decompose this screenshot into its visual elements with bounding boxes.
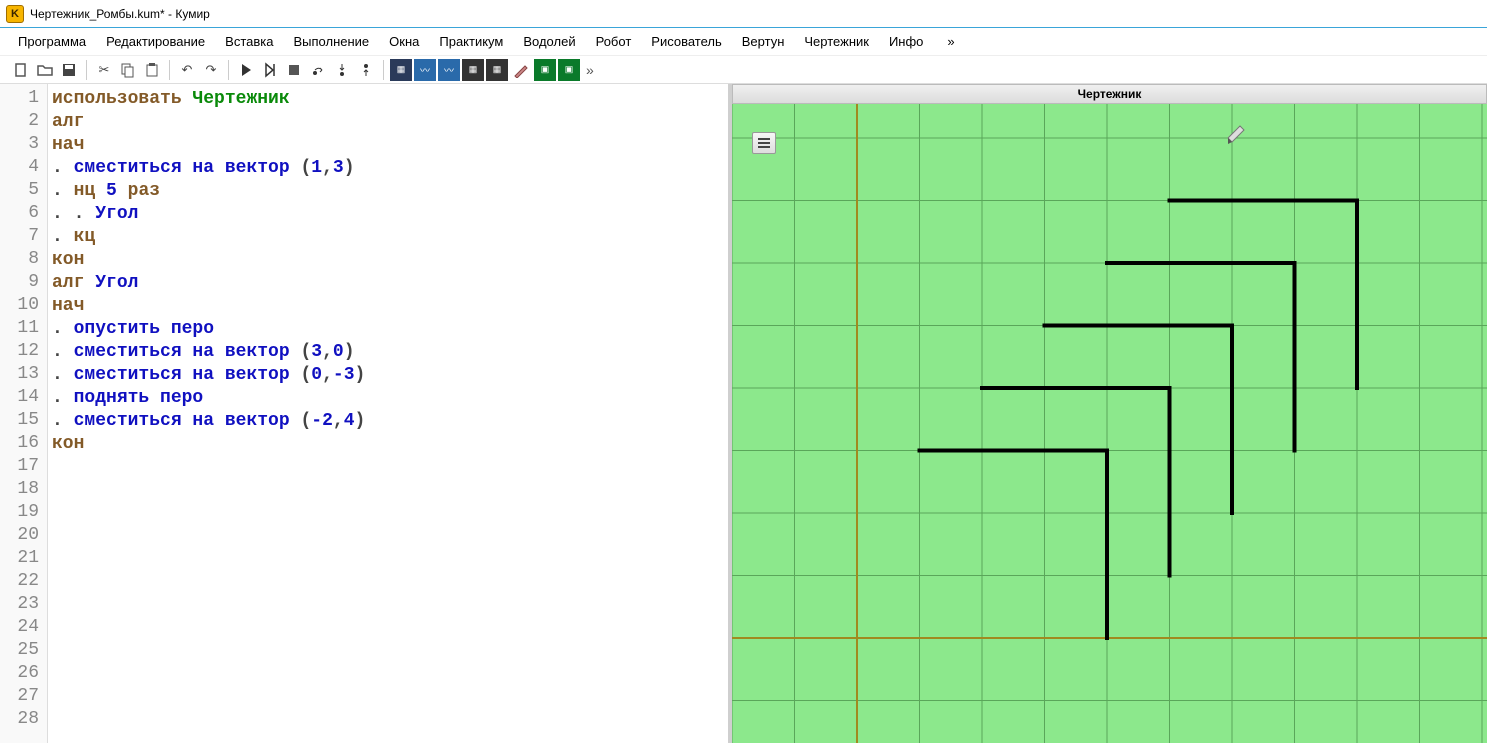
redo-icon[interactable]: ↷ <box>200 59 222 81</box>
toolbar-overflow[interactable]: » <box>586 62 594 78</box>
menu-drawer[interactable]: Рисователь <box>643 31 729 52</box>
line-gutter: 1234567891011121314151617181920212223242… <box>0 84 48 743</box>
canvas-pane: Чертежник <box>732 84 1487 743</box>
main-split: 1234567891011121314151617181920212223242… <box>0 84 1487 743</box>
toolbar: ✂ ↶ ↷ ▦ 〰 〰 ▦ ▦ ▣ ▣ » <box>0 56 1487 84</box>
menu-execute[interactable]: Выполнение <box>285 31 377 52</box>
save-file-icon[interactable] <box>58 59 80 81</box>
menubar: Программа Редактирование Вставка Выполне… <box>0 28 1487 56</box>
tool-h-icon[interactable]: ▣ <box>558 59 580 81</box>
tool-c-icon[interactable]: 〰 <box>438 59 460 81</box>
code-editor[interactable]: 1234567891011121314151617181920212223242… <box>0 84 728 743</box>
copy-icon[interactable] <box>117 59 139 81</box>
tool-b-icon[interactable]: 〰 <box>414 59 436 81</box>
step-into-icon[interactable] <box>331 59 353 81</box>
new-file-icon[interactable] <box>10 59 32 81</box>
drawing-canvas[interactable] <box>732 104 1487 743</box>
menu-vertun[interactable]: Вертун <box>734 31 793 52</box>
undo-icon[interactable]: ↶ <box>176 59 198 81</box>
tool-a-icon[interactable]: ▦ <box>390 59 412 81</box>
tool-e-icon[interactable]: ▦ <box>486 59 508 81</box>
menu-draftsman[interactable]: Чертежник <box>796 31 877 52</box>
grid-svg <box>732 104 1487 743</box>
step-out-icon[interactable] <box>355 59 377 81</box>
editor-pane: 1234567891011121314151617181920212223242… <box>0 84 732 743</box>
step-icon[interactable] <box>259 59 281 81</box>
canvas-menu-button[interactable] <box>752 132 776 154</box>
canvas-title: Чертежник <box>732 84 1487 104</box>
tool-d-icon[interactable]: ▦ <box>462 59 484 81</box>
run-icon[interactable] <box>235 59 257 81</box>
paste-icon[interactable] <box>141 59 163 81</box>
stop-icon[interactable] <box>283 59 305 81</box>
menu-edit[interactable]: Редактирование <box>98 31 213 52</box>
menu-vodoley[interactable]: Водолей <box>515 31 583 52</box>
menu-program[interactable]: Программа <box>10 31 94 52</box>
window-title: Чертежник_Ромбы.kum* - Кумир <box>30 7 210 21</box>
canvas-title-label: Чертежник <box>1078 87 1142 101</box>
titlebar: K Чертежник_Ромбы.kum* - Кумир <box>0 0 1487 28</box>
tool-f-icon[interactable] <box>510 59 532 81</box>
menu-robot[interactable]: Робот <box>588 31 640 52</box>
menu-practicum[interactable]: Практикум <box>431 31 511 52</box>
tool-g-icon[interactable]: ▣ <box>534 59 556 81</box>
menu-insert[interactable]: Вставка <box>217 31 281 52</box>
menu-windows[interactable]: Окна <box>381 31 427 52</box>
menu-overflow[interactable]: » <box>939 31 962 52</box>
cut-icon[interactable]: ✂ <box>93 59 115 81</box>
open-file-icon[interactable] <box>34 59 56 81</box>
code-area[interactable]: использовать Чертежникалгнач. сместиться… <box>48 84 728 743</box>
step-over-icon[interactable] <box>307 59 329 81</box>
menu-info[interactable]: Инфо <box>881 31 931 52</box>
app-icon: K <box>6 5 24 23</box>
